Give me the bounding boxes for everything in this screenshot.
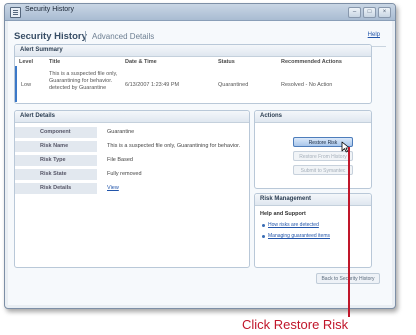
row-title: This is a suspected file only, Guarantin… xyxy=(49,71,118,91)
detail-value-risk-type: File Based xyxy=(107,157,133,163)
bullet-icon xyxy=(262,234,265,238)
alert-summary-panel: Alert Summary Level Title Date & Time St… xyxy=(14,44,372,104)
alert-summary-title: Alert Summary xyxy=(15,45,371,57)
risk-management-panel: Risk Management Help and Support How ris… xyxy=(254,193,372,268)
callout-text: Click Restore Risk xyxy=(242,317,349,332)
managing-guaranteed-items-link[interactable]: Managing guaranteed items xyxy=(262,233,330,239)
title-bar[interactable]: Security History – □ × xyxy=(5,4,395,21)
window-title: Security History xyxy=(25,6,75,13)
minimize-icon[interactable]: – xyxy=(348,7,361,18)
help-link[interactable]: Help xyxy=(368,32,380,38)
column-recommended-actions: Recommended Actions xyxy=(281,59,342,65)
alert-details-title: Alert Details xyxy=(15,111,249,123)
column-level: Level xyxy=(19,59,34,65)
row-recommended-action: Resolved - No Action xyxy=(281,82,333,88)
maximize-icon[interactable]: □ xyxy=(363,7,376,18)
detail-label-risk-name: Risk Name xyxy=(15,141,97,152)
detail-label-risk-type: Risk Type xyxy=(15,155,97,166)
detail-label-risk-details: Risk Details xyxy=(15,183,97,194)
how-risks-detected-label[interactable]: How risks are detected xyxy=(268,222,319,228)
submit-to-symantec-button[interactable]: Submit to Symantec xyxy=(293,165,353,175)
page-title: Security History xyxy=(14,31,87,42)
detail-value-risk-state: Fully removed xyxy=(107,171,142,177)
window-controls: – □ × xyxy=(348,7,391,18)
alert-details-panel: Alert Details Component Guarantine Risk … xyxy=(14,110,250,268)
how-risks-detected-link[interactable]: How risks are detected xyxy=(262,222,319,228)
column-date-time: Date & Time xyxy=(125,59,157,65)
actions-panel: Actions Restore Risk Restore From Histor… xyxy=(254,110,372,189)
header-separator xyxy=(85,31,86,42)
detail-value-risk-name: This is a suspected file only, Guarantin… xyxy=(107,143,241,149)
detail-label-component: Component xyxy=(15,127,97,138)
row-date-time: 6/13/2007 1:23:49 PM xyxy=(125,82,180,88)
page-subtitle: Advanced Details xyxy=(92,32,155,41)
row-status: Quarantined xyxy=(218,82,249,88)
app-menu-icon[interactable] xyxy=(10,7,21,18)
risk-management-title: Risk Management xyxy=(255,194,371,206)
help-and-support-heading: Help and Support xyxy=(260,211,306,217)
view-risk-details-link[interactable]: View xyxy=(107,183,119,194)
close-icon[interactable]: × xyxy=(378,7,391,18)
callout-line xyxy=(348,147,350,317)
detail-value-component: Guarantine xyxy=(107,129,135,135)
column-status: Status xyxy=(218,59,235,65)
detail-label-risk-state: Risk State xyxy=(15,169,97,180)
actions-title: Actions xyxy=(255,111,371,123)
managing-guaranteed-items-label[interactable]: Managing guaranteed items xyxy=(268,233,330,239)
column-title: Title xyxy=(49,59,61,65)
mouse-pointer-icon xyxy=(341,141,350,153)
bullet-icon xyxy=(262,223,265,227)
selected-row-marker xyxy=(15,66,17,102)
row-level: Low xyxy=(21,82,32,88)
